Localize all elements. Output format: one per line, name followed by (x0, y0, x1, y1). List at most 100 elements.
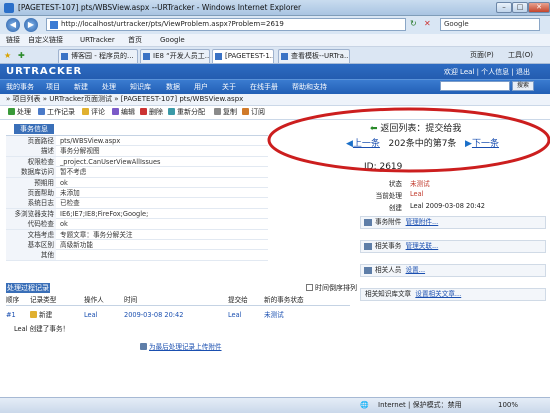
manage-attachments-link[interactable]: 管理附件... (406, 218, 439, 226)
history-seq-link[interactable]: #1 (6, 310, 16, 321)
menu-users[interactable]: 用户 (194, 82, 208, 92)
tab-pagetest[interactable]: [PAGETEST-1... (212, 49, 274, 63)
history-row: #1 新建 Leal 2009-03-08 20:42 Leal 未测试 (6, 310, 284, 321)
tab-ie8[interactable]: IE8 “开发人员工... (140, 49, 210, 63)
status-value: 未测试 (410, 180, 430, 188)
time-order-checkbox[interactable]: 时间倒序排列 (306, 283, 357, 293)
add-favorite-icon[interactable]: ✚ (18, 51, 25, 60)
tab-page-icon (281, 53, 288, 60)
menu-new[interactable]: 新建 (74, 82, 88, 92)
menu-my-issues[interactable]: 我的事务 (6, 82, 34, 92)
field-row: 数据库访问 暂不考虑 (6, 167, 268, 178)
zoom-level[interactable]: 100% (498, 398, 518, 413)
status-label: 状态 (388, 180, 402, 188)
kb-settings-link[interactable]: 设置相关文章... (415, 290, 461, 298)
next-link[interactable]: 下一条 (472, 139, 499, 149)
handler-value: Leal (410, 190, 424, 198)
app-search-button[interactable]: 搜索 (512, 81, 534, 91)
refresh-icon[interactable]: ↻ (410, 19, 417, 28)
related-people-box: 相关人员 设置... (360, 264, 546, 277)
app-search-input[interactable] (440, 81, 510, 91)
related-icon (364, 243, 372, 250)
record-navigation: ◀上一条 202条中的第7条 ▶下一条 (346, 136, 499, 149)
window-title: [PAGETEST-107] pts/WBSView.aspx --URTrac… (18, 3, 302, 12)
link-custom[interactable]: 自定义链接 (28, 34, 63, 46)
attach-icon (140, 343, 147, 350)
attachments-icon (364, 219, 372, 226)
page-menu[interactable]: 页面(P) (470, 50, 494, 60)
process-button[interactable]: 处理 (8, 106, 31, 119)
app-logo: URTRACKER (6, 66, 83, 77)
address-url: http://localhost/urtracker/pts/ViewProbl… (61, 20, 284, 28)
globe-icon: 🌐 (360, 401, 369, 409)
window-titlebar: [PAGETEST-107] pts/WBSView.aspx --URTrac… (0, 0, 550, 16)
created-label: 创建 (388, 204, 402, 212)
menu-about[interactable]: 关于 (222, 82, 236, 92)
close-button[interactable]: ✕ (528, 2, 550, 13)
comment-button[interactable]: 评论 (82, 106, 105, 119)
reassign-button[interactable]: 重新分配 (168, 106, 205, 119)
protected-mode-text: Internet | 保护模式：禁用 (378, 401, 462, 409)
ie-icon (4, 3, 14, 13)
new-icon (30, 311, 37, 318)
menu-online-manual[interactable]: 在线手册 (250, 82, 278, 92)
subscribe-button[interactable]: 订阅 (242, 106, 265, 119)
worklog-button[interactable]: 工作记录 (38, 106, 75, 119)
field-row: 代码检查 ok (6, 219, 268, 230)
edit-button[interactable]: 编辑 (112, 106, 135, 119)
prev-link[interactable]: 上一条 (353, 139, 380, 149)
stop-icon[interactable]: ✕ (424, 19, 431, 28)
field-row: 系统日志 已检查 (6, 198, 268, 209)
delete-icon (140, 108, 147, 115)
menu-data[interactable]: 数据 (166, 82, 180, 92)
minimize-button[interactable]: – (496, 2, 512, 13)
field-row: 描述 事务分解视图 (6, 146, 268, 157)
history-note: Leal 创建了事务！ (14, 325, 70, 333)
status-bar: 🌐 Internet | 保护模式：禁用 100% (0, 397, 550, 413)
tab-cnblogs[interactable]: 博客园 - 程序员的... (58, 49, 138, 63)
issue-fields-table: 页面路径 pts/WBSView.aspx 描述 事务分解视图 权限检查 _proje… (6, 135, 268, 261)
tab-process-history[interactable]: 处理过程记录 (6, 283, 50, 293)
clock-icon (38, 108, 45, 115)
people-settings-link[interactable]: 设置... (406, 266, 425, 274)
copy-button[interactable]: 复制 (214, 106, 237, 119)
forward-arrow-icon[interactable]: ▶ (24, 18, 38, 32)
search-input[interactable]: Google (440, 18, 540, 31)
history-header: 顺序 记录类型 操作人 时间 提交给 新的事务状态 (6, 295, 350, 306)
delete-button[interactable]: 删除 (140, 106, 163, 119)
tab-view-template[interactable]: 查看模板--URTra... (278, 49, 350, 63)
menu-projects[interactable]: 项目 (46, 82, 60, 92)
links-label: 链接 (6, 36, 20, 44)
back-arrow-icon[interactable]: ◀ (6, 18, 20, 32)
upload-attachment-link[interactable]: 为最后处理记录上传附件 (140, 341, 222, 351)
created-value: Leal 2009-03-08 20:42 (410, 202, 486, 210)
edit-icon (112, 108, 119, 115)
reassign-icon (168, 108, 175, 115)
field-row: 页面帮助 未添加 (6, 187, 268, 199)
favorites-star-icon[interactable]: ★ (4, 51, 11, 60)
menu-process[interactable]: 处理 (102, 82, 116, 92)
link-google[interactable]: Google (160, 34, 185, 46)
field-row: 页面路径 pts/WBSView.aspx (6, 136, 268, 147)
link-home[interactable]: 首页 (128, 34, 142, 46)
tab-page-icon (143, 53, 150, 60)
tab-issue-info[interactable]: 事务信息 (14, 124, 54, 134)
people-icon (364, 267, 372, 274)
address-toolbar: ◀ ▶ http://localhost/urtracker/pts/ViewP… (0, 16, 550, 34)
menu-kb[interactable]: 知识库 (130, 82, 151, 92)
address-input[interactable]: http://localhost/urtracker/pts/ViewProbl… (46, 18, 406, 31)
tab-page-icon (215, 53, 222, 60)
manage-relations-link[interactable]: 管理关联... (406, 242, 439, 250)
prev-arrow-icon: ◀ (346, 139, 353, 149)
position-text: 202条中的第7条 (388, 139, 457, 149)
next-arrow-icon: ▶ (465, 139, 472, 149)
menu-help[interactable]: 帮助和支持 (292, 82, 327, 92)
tab-page-icon (61, 53, 68, 60)
tools-menu[interactable]: 工具(O) (508, 50, 533, 60)
field-row: 文档考虑 专题文章：事务分解关注 (6, 229, 268, 240)
welcome-text[interactable]: 欢迎 Leal | 个人信息 | 退出 (444, 67, 530, 77)
maximize-button[interactable]: □ (512, 2, 528, 13)
link-urtracker[interactable]: URTracker (80, 34, 115, 46)
back-to-list-link[interactable]: ⬅ 返回列表：提交给我 (370, 121, 461, 134)
kb-articles-box: 相关知识库文章 设置相关文章... (360, 288, 546, 301)
